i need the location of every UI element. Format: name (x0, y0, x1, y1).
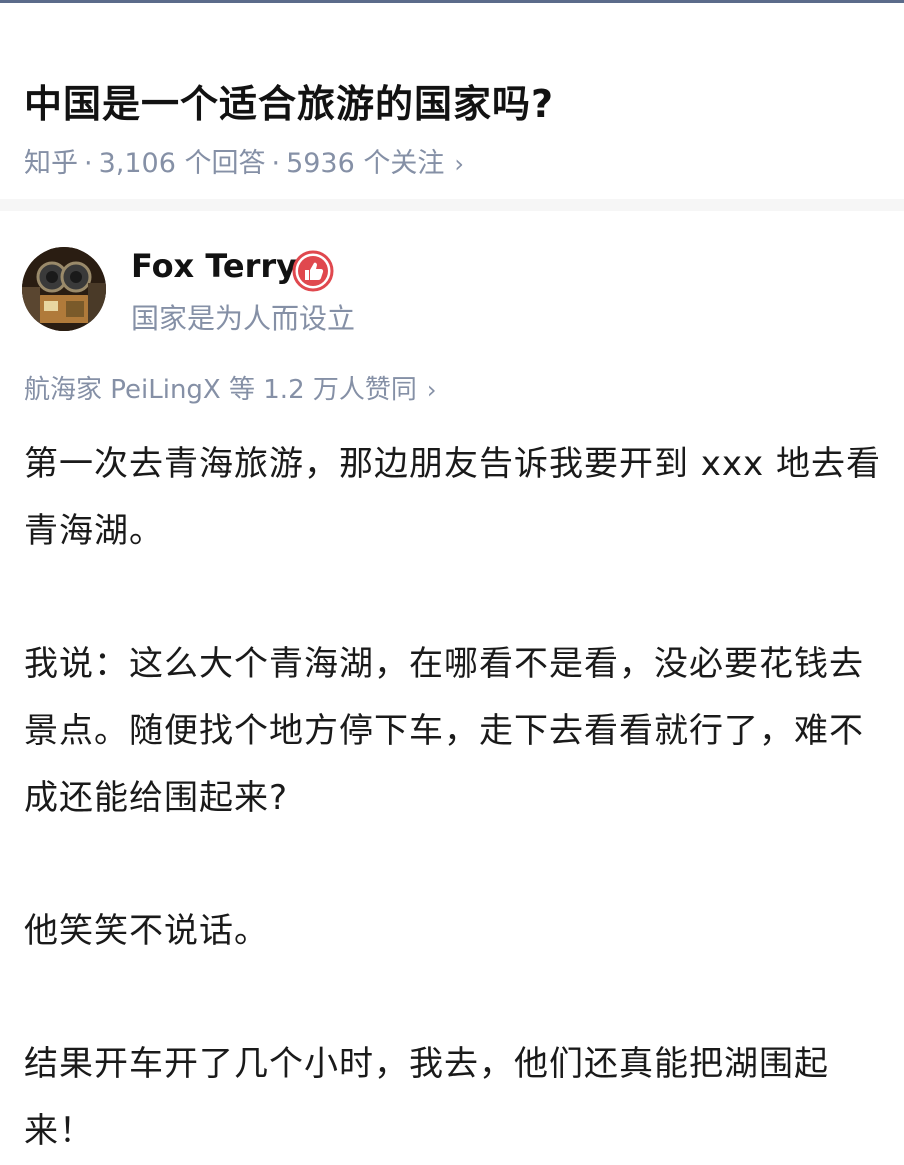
thumbs-up-badge-icon (291, 249, 335, 293)
author-bio: 国家是为人而设立 (131, 302, 356, 335)
meta-separator: · (84, 148, 93, 179)
question-title[interactable]: 中国是一个适合旅游的国家吗? (24, 73, 554, 128)
answer-paragraph: 第一次去青海旅游，那边朋友告诉我要开到 xxx 地去看青海湖。 (24, 444, 881, 551)
source-label: 知乎 (24, 148, 78, 179)
answer-paragraph: 结果开车开了几个小时，我去，他们还真能把湖围起来！ (24, 1044, 829, 1151)
answer-card: Fox Terry 国家是为人而设立 航海家 PeiLingX 等 1.2 万人… (0, 211, 904, 1151)
followers-count: 5936 个关注 (286, 148, 445, 179)
chevron-right-icon: › (426, 376, 437, 404)
section-divider (0, 199, 904, 211)
question-meta[interactable]: 知乎 · 3,106 个回答 · 5936 个关注 › (24, 141, 464, 180)
voters-summary[interactable]: 航海家 PeiLingX 等 1.2 万人赞同 › (24, 369, 437, 406)
robot-avatar-icon (22, 247, 106, 331)
answer-content: 第一次去青海旅游，那边朋友告诉我要开到 xxx 地去看青海湖。 我说：这么大个青… (24, 431, 884, 1165)
question-header: 中国是一个适合旅游的国家吗? 知乎 · 3,106 个回答 · 5936 个关注 › (0, 3, 904, 199)
voters-text: 航海家 PeiLingX 等 1.2 万人赞同 (24, 375, 417, 405)
chevron-right-icon: › (454, 150, 464, 178)
author-name[interactable]: Fox Terry (131, 247, 297, 285)
answer-paragraph: 他笑笑不说话。 (24, 911, 269, 951)
answer-paragraph: 我说：这么大个青海湖，在哪看不是看，没必要花钱去景点。随便找个地方停下车，走下去… (24, 644, 864, 818)
answers-count: 3,106 个回答 (98, 148, 266, 179)
author-avatar[interactable] (22, 247, 106, 331)
meta-separator: · (271, 148, 281, 179)
